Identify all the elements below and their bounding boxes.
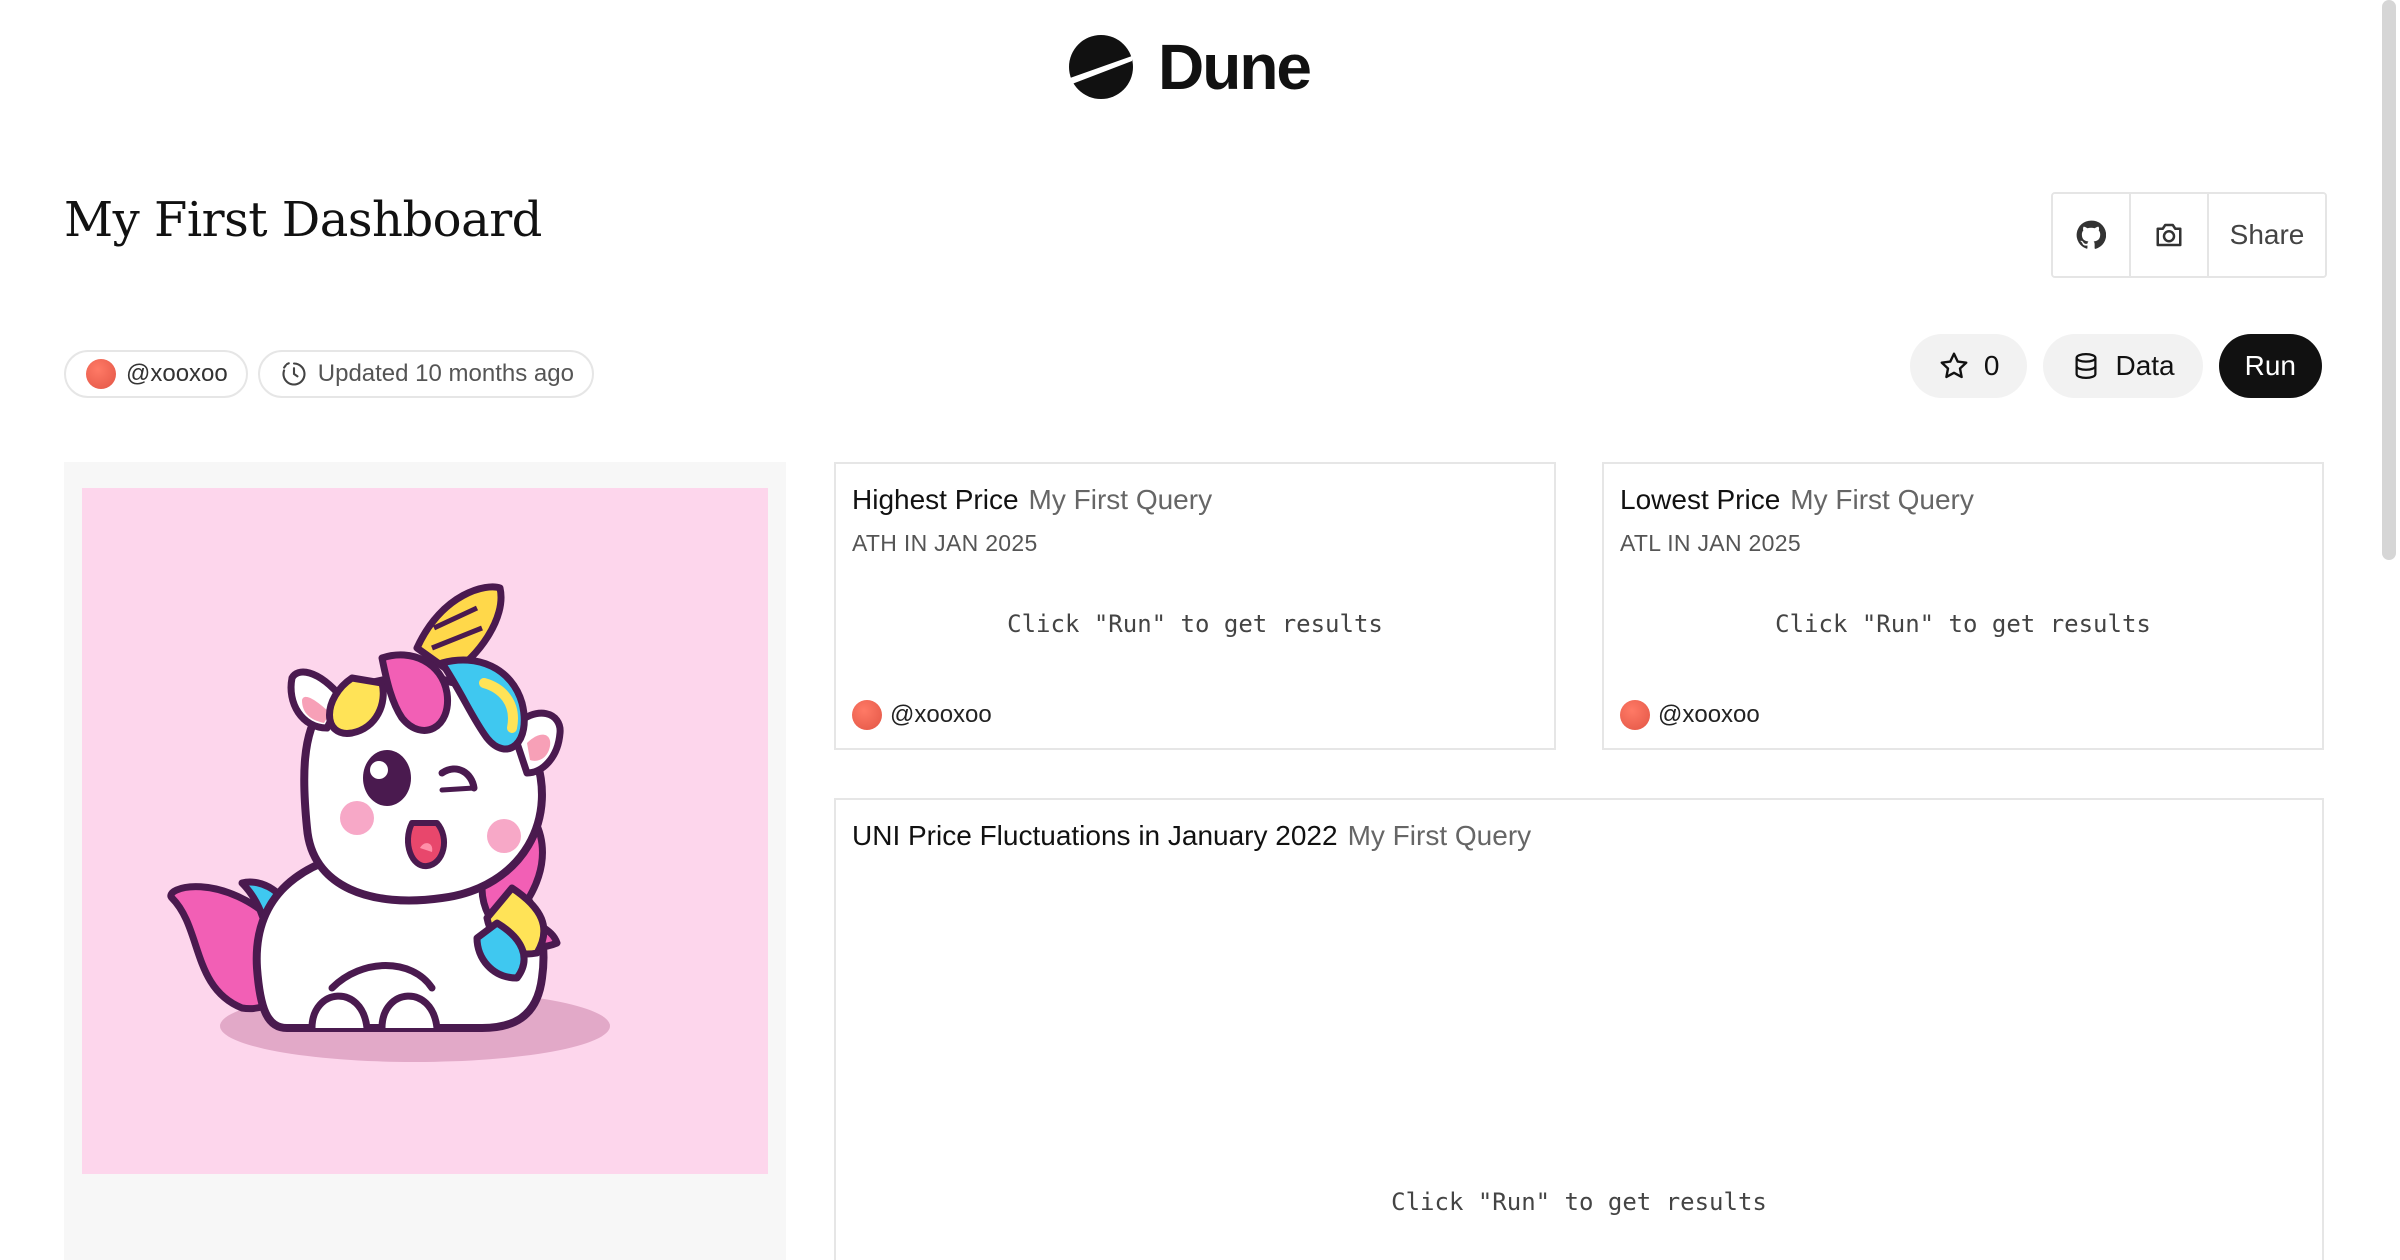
widget-title: Lowest Price [1620,484,1781,515]
widget-title: Highest Price [852,484,1019,515]
github-icon [2076,220,2106,249]
camera-icon [2156,223,2182,247]
widget-placeholder: Click "Run" to get results [1775,610,2151,638]
database-icon [2075,353,2097,380]
widget-query-link[interactable]: My First Query [1348,820,1532,851]
dashboard-toolbar: Share [2051,192,2327,278]
widget-author[interactable]: @xooxoo [1620,700,1760,730]
widget-placeholder: Click "Run" to get results [1007,610,1383,638]
star-icon [1940,352,1968,379]
widget-placeholder: Click "Run" to get results [1391,1188,1767,1216]
widget-subtitle: ATH IN JAN 2025 [852,530,1038,556]
data-button[interactable]: Data [2043,334,2203,398]
share-button[interactable]: Share [2209,194,2325,276]
dune-logo[interactable]: Dune [1068,30,1312,104]
unicorn-illustration [167,583,610,1062]
clock-icon [282,362,306,386]
widget-author-name: @xooxoo [890,701,992,728]
star-count: 0 [1983,350,2000,381]
page-scrollbar[interactable] [2382,0,2396,560]
dashboard-actions: 0 Data Run [1909,334,2322,398]
data-label: Data [2115,350,2175,381]
author-pill[interactable]: @xooxoo [64,350,248,398]
unicorn-image [82,488,768,1174]
image-widget [64,462,786,1260]
widget-query-link[interactable]: My First Query [1029,484,1213,515]
page-title: My First Dashboard [64,192,542,248]
brand-name: Dune [1158,31,1312,103]
top-bar: Dune [0,0,2400,130]
widget-author-name: @xooxoo [1658,701,1760,728]
github-button[interactable] [2053,194,2131,276]
price-fluctuations-widget: UNI Price Fluctuations in January 2022 My… [834,798,2324,1260]
avatar [852,700,882,730]
author-name: @xooxoo [126,360,228,387]
dune-logo-icon [1069,35,1133,99]
updated-pill: Updated 10 months ago [257,350,594,398]
screenshot-button[interactable] [2131,194,2209,276]
widget-author[interactable]: @xooxoo [852,700,992,730]
run-button[interactable]: Run [2218,334,2322,398]
updated-text: Updated 10 months ago [317,360,574,387]
avatar [1620,700,1650,730]
widget-query-link[interactable]: My First Query [1790,484,1974,515]
dashboard-meta: @xooxoo Updated 10 months ago [64,350,594,398]
widget-title: UNI Price Fluctuations in January 2022 [852,820,1338,851]
highest-price-widget: Highest Price My First Query ATH IN JAN 2… [834,462,1556,750]
star-button[interactable]: 0 [1909,334,2028,398]
avatar [86,359,116,389]
widget-subtitle: ATL IN JAN 2025 [1620,530,1801,556]
lowest-price-widget: Lowest Price My First Query ATL IN JAN 20… [1602,462,2324,750]
